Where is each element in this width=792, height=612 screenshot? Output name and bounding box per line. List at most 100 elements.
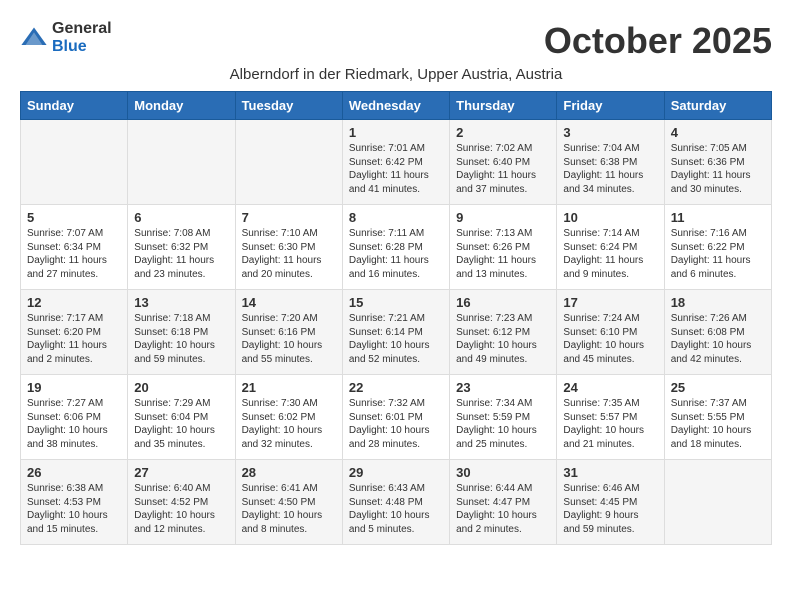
day-number: 8 [349,210,443,225]
day-info: Sunrise: 7:30 AM Sunset: 6:02 PM Dayligh… [242,397,336,451]
calendar-day-cell: 23Sunrise: 7:34 AM Sunset: 5:59 PM Dayli… [450,375,557,460]
day-of-week-header: Monday [128,92,235,120]
page-header: General Blue October 2025 [20,20,772,62]
day-info: Sunrise: 7:08 AM Sunset: 6:32 PM Dayligh… [134,227,228,281]
day-number: 7 [242,210,336,225]
day-number: 5 [27,210,121,225]
calendar-day-cell: 14 Sunrise: 7:20 AM Sunset: 6:16 PM Dayli… [235,290,342,375]
calendar-day-cell: 1 Sunrise: 7:01 AM Sunset: 6:42 PM Daylig… [342,120,449,205]
day-number: 29 [349,465,443,480]
day-number: 16 [456,295,550,310]
day-info: Sunrise: 6:41 AM Sunset: 4:50 PM Dayligh… [242,482,336,536]
calendar-day-cell [21,120,128,205]
calendar-week-row: 26 Sunrise: 6:38 AM Sunset: 4:53 PM Dayli… [21,460,772,545]
day-info: Sunrise: 7:24 AM Sunset: 6:10 PM Dayligh… [563,312,657,366]
day-of-week-header: Saturday [664,92,771,120]
calendar-day-cell: 7 Sunrise: 7:10 AM Sunset: 6:30 PM Daylig… [235,205,342,290]
day-of-week-header: Friday [557,92,664,120]
calendar-day-cell: 11 Sunrise: 7:16 AM Sunset: 6:22 PM Dayli… [664,205,771,290]
day-info: Sunrise: 7:14 AM Sunset: 6:24 PM Dayligh… [563,227,657,281]
day-number: 30 [456,465,550,480]
calendar-day-cell: 22Sunrise: 7:32 AM Sunset: 6:01 PM Dayli… [342,375,449,460]
day-info: Sunrise: 6:38 AM Sunset: 4:53 PM Dayligh… [27,482,121,536]
calendar-week-row: 1 Sunrise: 7:01 AM Sunset: 6:42 PM Daylig… [21,120,772,205]
day-info: Sunrise: 7:23 AM Sunset: 6:12 PM Dayligh… [456,312,550,366]
day-number: 6 [134,210,228,225]
logo-blue: Blue [52,38,112,56]
calendar-day-cell: 26 Sunrise: 6:38 AM Sunset: 4:53 PM Dayli… [21,460,128,545]
calendar-day-cell [664,460,771,545]
calendar-day-cell: 28Sunrise: 6:41 AM Sunset: 4:50 PM Dayli… [235,460,342,545]
day-info: Sunrise: 7:02 AM Sunset: 6:40 PM Dayligh… [456,142,550,196]
day-number: 19 [27,380,121,395]
day-info: Sunrise: 6:40 AM Sunset: 4:52 PM Dayligh… [134,482,228,536]
day-number: 2 [456,125,550,140]
day-number: 17 [563,295,657,310]
calendar-day-cell [235,120,342,205]
calendar-day-cell: 18Sunrise: 7:26 AM Sunset: 6:08 PM Dayli… [664,290,771,375]
day-number: 20 [134,380,228,395]
day-info: Sunrise: 7:16 AM Sunset: 6:22 PM Dayligh… [671,227,765,281]
calendar-day-cell: 5Sunrise: 7:07 AM Sunset: 6:34 PM Daylig… [21,205,128,290]
calendar-day-cell: 8 Sunrise: 7:11 AM Sunset: 6:28 PM Daylig… [342,205,449,290]
day-number: 11 [671,210,765,225]
day-info: Sunrise: 6:46 AM Sunset: 4:45 PM Dayligh… [563,482,657,536]
calendar-day-cell: 31 Sunrise: 6:46 AM Sunset: 4:45 PM Dayli… [557,460,664,545]
day-number: 3 [563,125,657,140]
calendar-day-cell: 2 Sunrise: 7:02 AM Sunset: 6:40 PM Daylig… [450,120,557,205]
day-info: Sunrise: 7:13 AM Sunset: 6:26 PM Dayligh… [456,227,550,281]
day-number: 21 [242,380,336,395]
calendar-day-cell: 30 Sunrise: 6:44 AM Sunset: 4:47 PM Dayli… [450,460,557,545]
day-of-week-header: Wednesday [342,92,449,120]
day-number: 15 [349,295,443,310]
day-info: Sunrise: 7:10 AM Sunset: 6:30 PM Dayligh… [242,227,336,281]
calendar-day-cell: 6 Sunrise: 7:08 AM Sunset: 6:32 PM Daylig… [128,205,235,290]
day-number: 10 [563,210,657,225]
day-info: Sunrise: 7:34 AM Sunset: 5:59 PM Dayligh… [456,397,550,451]
day-number: 12 [27,295,121,310]
day-number: 27 [134,465,228,480]
day-info: Sunrise: 7:35 AM Sunset: 5:57 PM Dayligh… [563,397,657,451]
day-of-week-header: Thursday [450,92,557,120]
month-title: October 2025 [544,20,772,62]
day-info: Sunrise: 7:18 AM Sunset: 6:18 PM Dayligh… [134,312,228,366]
calendar-day-cell: 17 Sunrise: 7:24 AM Sunset: 6:10 PM Dayli… [557,290,664,375]
logo-general: General [52,20,112,38]
calendar-day-cell: 29 Sunrise: 6:43 AM Sunset: 4:48 PM Dayli… [342,460,449,545]
calendar-day-cell: 27 Sunrise: 6:40 AM Sunset: 4:52 PM Dayli… [128,460,235,545]
day-info: Sunrise: 7:17 AM Sunset: 6:20 PM Dayligh… [27,312,121,366]
day-number: 24 [563,380,657,395]
calendar-day-cell: 13 Sunrise: 7:18 AM Sunset: 6:18 PM Dayli… [128,290,235,375]
calendar-day-cell: 3 Sunrise: 7:04 AM Sunset: 6:38 PM Daylig… [557,120,664,205]
day-number: 31 [563,465,657,480]
day-info: Sunrise: 7:27 AM Sunset: 6:06 PM Dayligh… [27,397,121,451]
day-info: Sunrise: 7:20 AM Sunset: 6:16 PM Dayligh… [242,312,336,366]
calendar-day-cell: 9Sunrise: 7:13 AM Sunset: 6:26 PM Daylig… [450,205,557,290]
calendar-day-cell: 21 Sunrise: 7:30 AM Sunset: 6:02 PM Dayli… [235,375,342,460]
calendar-week-row: 12 Sunrise: 7:17 AM Sunset: 6:20 PM Dayli… [21,290,772,375]
day-number: 13 [134,295,228,310]
day-info: Sunrise: 6:44 AM Sunset: 4:47 PM Dayligh… [456,482,550,536]
day-info: Sunrise: 7:11 AM Sunset: 6:28 PM Dayligh… [349,227,443,281]
day-of-week-header: Tuesday [235,92,342,120]
calendar-day-cell: 25 Sunrise: 7:37 AM Sunset: 5:55 PM Dayli… [664,375,771,460]
calendar-table: SundayMondayTuesdayWednesdayThursdayFrid… [20,91,772,545]
logo-icon [20,24,48,52]
day-number: 26 [27,465,121,480]
calendar-day-cell: 19 Sunrise: 7:27 AM Sunset: 6:06 PM Dayli… [21,375,128,460]
day-info: Sunrise: 7:04 AM Sunset: 6:38 PM Dayligh… [563,142,657,196]
day-number: 14 [242,295,336,310]
calendar-week-row: 19 Sunrise: 7:27 AM Sunset: 6:06 PM Dayli… [21,375,772,460]
day-number: 25 [671,380,765,395]
day-number: 1 [349,125,443,140]
calendar-week-row: 5Sunrise: 7:07 AM Sunset: 6:34 PM Daylig… [21,205,772,290]
logo: General Blue [20,20,112,55]
calendar-day-cell: 10 Sunrise: 7:14 AM Sunset: 6:24 PM Dayli… [557,205,664,290]
day-info: Sunrise: 7:32 AM Sunset: 6:01 PM Dayligh… [349,397,443,451]
day-info: Sunrise: 7:01 AM Sunset: 6:42 PM Dayligh… [349,142,443,196]
day-info: Sunrise: 7:21 AM Sunset: 6:14 PM Dayligh… [349,312,443,366]
day-info: Sunrise: 7:37 AM Sunset: 5:55 PM Dayligh… [671,397,765,451]
calendar-day-cell: 20Sunrise: 7:29 AM Sunset: 6:04 PM Dayli… [128,375,235,460]
day-of-week-header: Sunday [21,92,128,120]
day-info: Sunrise: 6:43 AM Sunset: 4:48 PM Dayligh… [349,482,443,536]
